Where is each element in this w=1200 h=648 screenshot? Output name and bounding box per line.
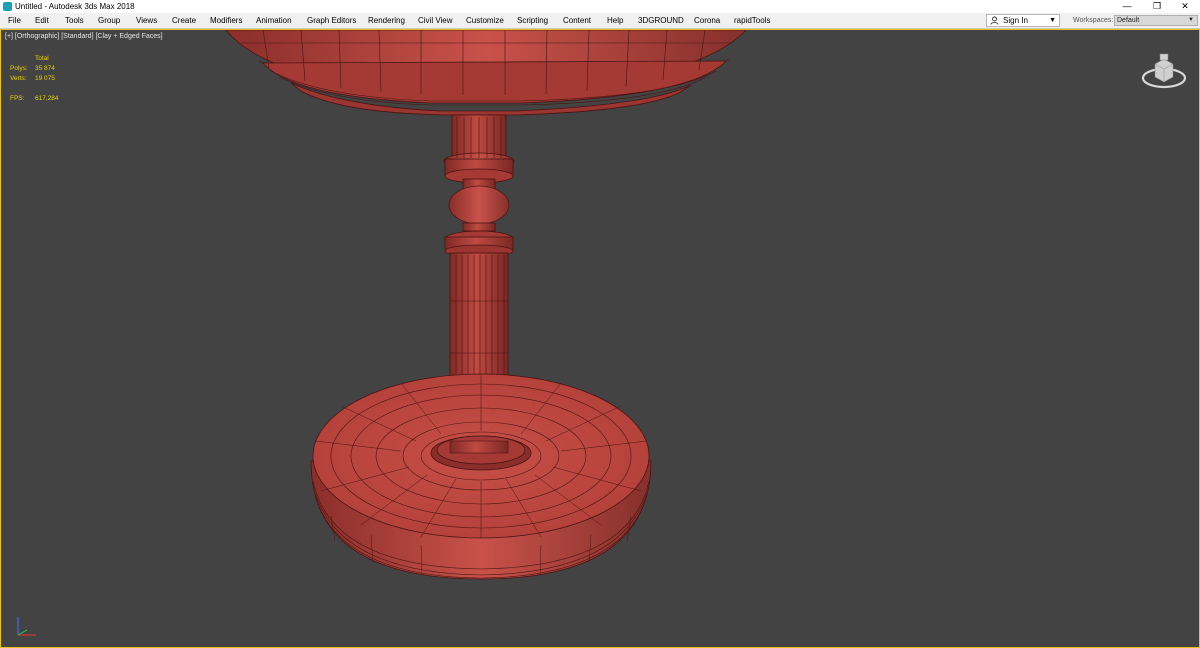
menu-views[interactable]: Views <box>136 13 157 28</box>
dropdown-arrow-icon: ▼ <box>1188 17 1194 23</box>
menu-edit[interactable]: Edit <box>35 13 49 28</box>
viewcube-icon[interactable] <box>1139 50 1189 92</box>
menu-content[interactable]: Content <box>563 13 591 28</box>
app-icon <box>3 2 12 11</box>
menu-graph-editors[interactable]: Graph Editors <box>307 13 356 28</box>
menu-rendering[interactable]: Rendering <box>368 13 405 28</box>
restore-button[interactable]: ❐ <box>1142 0 1172 13</box>
axis-tripod-icon <box>17 617 36 636</box>
stats-polys-value: 35 874 <box>35 65 55 72</box>
menu-3dground[interactable]: 3DGROUND <box>638 13 684 28</box>
stats-verts-value: 19 075 <box>35 75 55 82</box>
menu-rapidtools[interactable]: rapidTools <box>734 13 770 28</box>
menu-tools[interactable]: Tools <box>65 13 84 28</box>
perspective-viewport[interactable]: [+] [Orthographic] [Standard] [Clay + Ed… <box>0 29 1200 648</box>
menu-civil-view[interactable]: Civil View <box>418 13 453 28</box>
menu-create[interactable]: Create <box>172 13 196 28</box>
title-bar: Untitled - Autodesk 3ds Max 2018 — ❐ ✕ <box>0 0 1200 13</box>
menu-file[interactable]: File <box>8 13 21 28</box>
window-title: Untitled - Autodesk 3ds Max 2018 <box>15 2 135 11</box>
stats-verts-label: Verts: <box>10 75 27 82</box>
sign-in-label: Sign In <box>1003 16 1028 25</box>
scene-canvas <box>225 30 747 580</box>
minimize-button[interactable]: — <box>1112 0 1142 13</box>
stats-fps-label: FPS: <box>10 95 25 102</box>
workspaces-label: Workspaces: <box>1073 17 1114 24</box>
menu-scripting[interactable]: Scripting <box>517 13 548 28</box>
bowl-mesh <box>225 30 747 116</box>
user-icon <box>990 16 999 25</box>
menu-help[interactable]: Help <box>607 13 623 28</box>
dropdown-arrow-icon: ▼ <box>1049 17 1056 24</box>
menu-customize[interactable]: Customize <box>466 13 504 28</box>
stats-total-header: Total <box>35 55 49 62</box>
menu-modifiers[interactable]: Modifiers <box>210 13 242 28</box>
menu-group[interactable]: Group <box>98 13 120 28</box>
menu-animation[interactable]: Animation <box>256 13 292 28</box>
menu-corona[interactable]: Corona <box>694 13 720 28</box>
sign-in-dropdown[interactable]: Sign In ▼ <box>986 14 1060 27</box>
viewport-label-menu[interactable]: [+] [Orthographic] [Standard] [Clay + Ed… <box>5 33 163 40</box>
close-button[interactable]: ✕ <box>1170 0 1200 13</box>
workspace-select[interactable]: Default ▼ <box>1114 15 1198 26</box>
stats-fps-value: 617,284 <box>35 95 59 102</box>
base-mesh <box>310 373 652 580</box>
stats-polys-label: Polys: <box>10 65 28 72</box>
workspace-value: Default <box>1117 17 1140 24</box>
